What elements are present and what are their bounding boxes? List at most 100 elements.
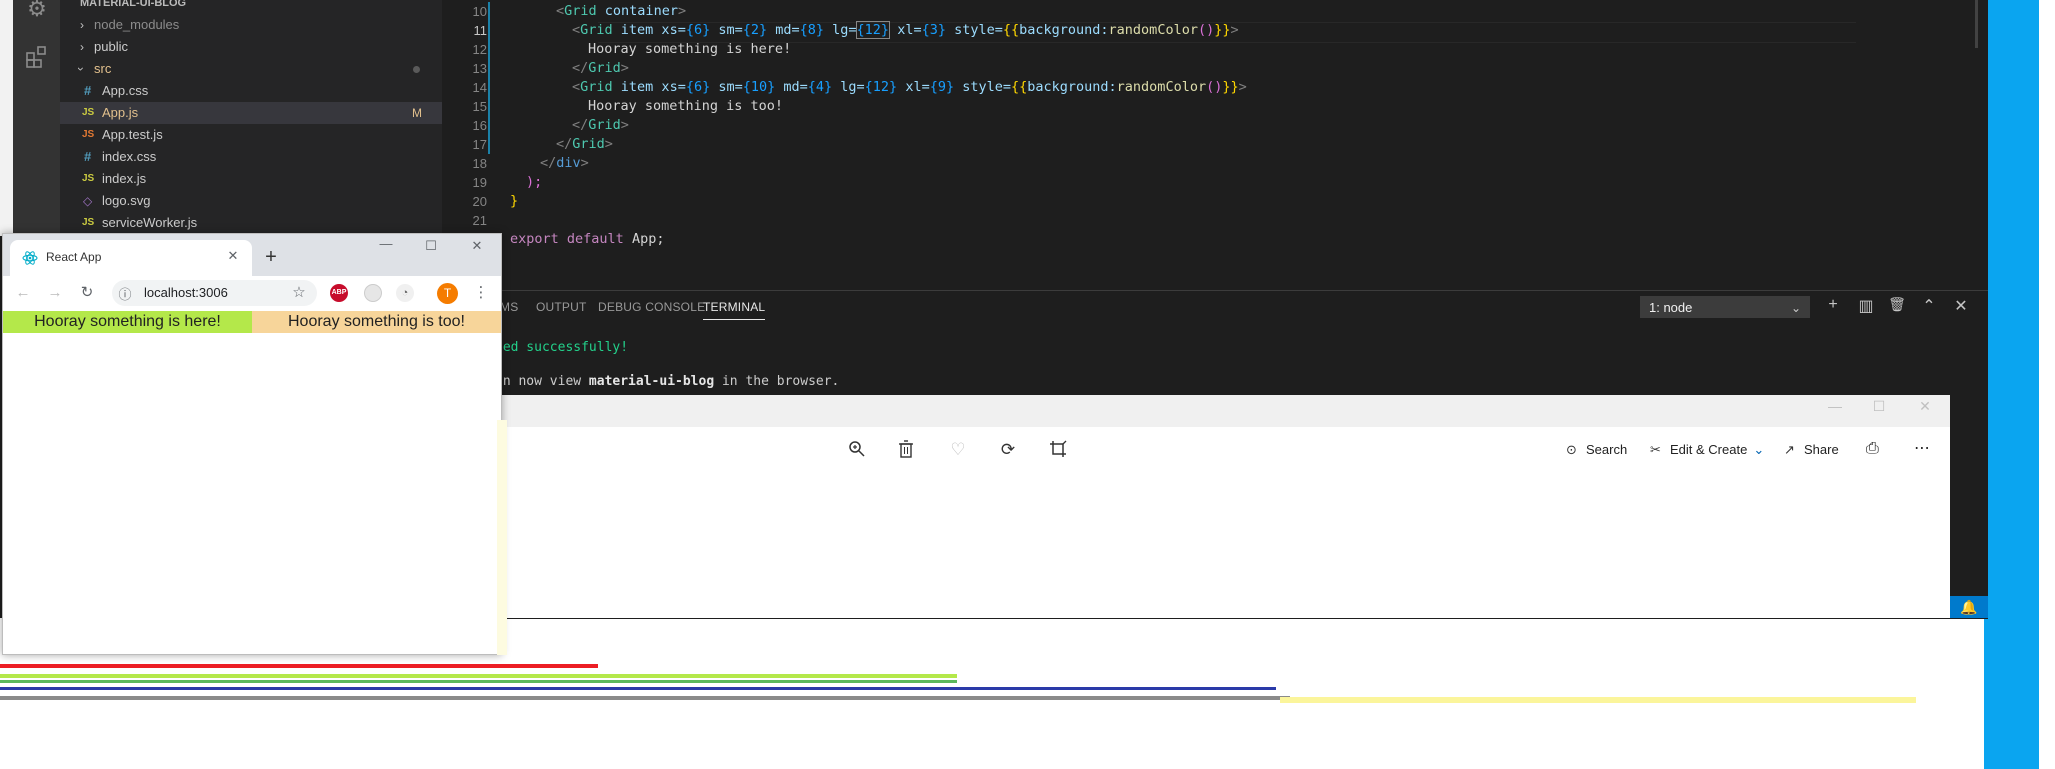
favorite-heart-icon[interactable]: ♡ — [944, 440, 972, 460]
close-panel-icon[interactable]: ✕ — [1950, 296, 1972, 316]
code-line-16: </Grid> — [572, 117, 629, 133]
trash-icon[interactable]: 🗑 — [1886, 296, 1908, 313]
photos-window — [442, 395, 1950, 618]
extensions-icon[interactable] — [24, 44, 50, 70]
close-window-icon[interactable]: ✕ — [466, 238, 488, 254]
tree-item-label: logo.svg — [102, 193, 151, 208]
bookmark-star-icon[interactable]: ☆ — [288, 283, 310, 301]
zoom-icon[interactable] — [843, 440, 871, 463]
edit-create-label: Edit & Create — [1670, 442, 1748, 457]
code-line-22: export default App; — [510, 231, 665, 247]
extension-icon[interactable] — [364, 284, 382, 302]
tree-item-index-css[interactable]: # index.css — [60, 146, 442, 168]
search-button[interactable]: ⊙ Search — [1566, 442, 1627, 458]
tab-terminal[interactable]: TERMINAL — [703, 300, 766, 320]
terminal-line-compiled: led successfully! — [495, 340, 629, 355]
line-number: 15 — [472, 99, 487, 114]
chevron-right-icon: › — [80, 40, 84, 54]
new-tab-icon[interactable]: + — [260, 246, 282, 269]
photos-titlebar — [442, 395, 1950, 427]
tree-item-src[interactable]: › src — [60, 58, 442, 80]
reload-icon[interactable]: ↻ — [76, 283, 98, 301]
tree-item-service-worker-js[interactable]: JS serviceWorker.js — [60, 212, 442, 234]
terminal-select[interactable]: 1: node ⌄ — [1640, 296, 1810, 318]
code-line-17: </Grid> — [556, 136, 613, 152]
tree-item-public[interactable]: › public — [60, 36, 442, 58]
react-logo-icon — [22, 250, 38, 266]
line-number: 13 — [472, 61, 487, 76]
js-file-icon: JS — [82, 217, 95, 228]
share-icon: ↗ — [1784, 442, 1795, 457]
glitch-line-yellow — [1280, 697, 1916, 703]
tree-item-label: App.css — [102, 83, 149, 98]
explorer-project-header[interactable]: MATERIAL-UI-BLOG — [60, 0, 442, 14]
split-terminal-icon[interactable]: ▥ — [1855, 296, 1877, 316]
svg-file-icon: ◇ — [83, 194, 93, 208]
code-line-20: } — [510, 193, 519, 209]
profile-avatar[interactable]: T — [437, 283, 458, 304]
activity-bar — [13, 0, 60, 236]
tree-item-label: App.test.js — [102, 127, 163, 142]
tree-item-app-css[interactable]: # App.css — [60, 80, 442, 102]
line-number: 17 — [472, 137, 487, 152]
code-line-19: ); — [526, 174, 543, 190]
new-terminal-icon[interactable]: + — [1822, 296, 1844, 314]
desktop-background — [1984, 0, 2039, 769]
css-file-icon: # — [84, 83, 92, 98]
more-options-icon[interactable]: ⋯ — [1914, 438, 1930, 458]
minimize-icon[interactable]: — — [375, 236, 397, 251]
project-name: MATERIAL-UI-BLOG — [80, 0, 187, 9]
tree-item-app-js[interactable]: JS App.js M — [60, 102, 442, 124]
chrome-menu-icon[interactable]: ⋮ — [470, 283, 492, 301]
tab-debug-console[interactable]: DEBUG CONSOLE — [598, 300, 705, 314]
modified-dot — [413, 66, 420, 73]
tab-title: React App — [46, 250, 102, 264]
glitch-line-gray — [0, 696, 1290, 700]
code-line-12: Hooray something is here! — [588, 41, 792, 57]
rotate-icon[interactable]: ⟳ — [994, 440, 1022, 460]
info-icon: ⓘ — [118, 287, 132, 302]
close-icon[interactable]: ✕ — [1910, 398, 1940, 415]
debug-icon[interactable]: ⚙ — [24, 0, 50, 22]
modified-badge: M — [412, 106, 422, 120]
desktop-edge — [2039, 0, 2055, 769]
code-line-13: </Grid> — [572, 60, 629, 76]
back-icon[interactable]: ← — [12, 284, 34, 301]
editor-scrollbar[interactable] — [1975, 0, 1978, 48]
maximize-panel-icon[interactable]: ⌃ — [1918, 296, 1940, 316]
tree-item-label: src — [94, 61, 112, 76]
grid-item-left: Hooray something is here! — [3, 311, 252, 333]
extension-icon[interactable]: ◔ — [396, 284, 414, 302]
tab-output[interactable]: OUTPUT — [536, 300, 587, 314]
tab-problems[interactable]: MS — [500, 300, 518, 314]
maximize-icon[interactable]: ☐ — [420, 238, 442, 254]
tree-item-label: serviceWorker.js — [102, 215, 198, 230]
chevron-down-icon: ⌄ — [1790, 301, 1801, 315]
minimize-icon[interactable]: — — [1820, 398, 1850, 414]
glitch-line-green — [0, 674, 957, 678]
tree-item-node-modules[interactable]: › node_modules — [60, 14, 442, 36]
grid-item-right: Hooray something is too! — [252, 311, 501, 333]
tree-item-label: App.js — [102, 105, 139, 120]
forward-icon[interactable]: → — [44, 284, 66, 301]
delete-icon[interactable] — [892, 440, 920, 463]
crop-icon[interactable] — [1044, 440, 1072, 463]
notification-bell-icon[interactable]: 🔔 — [1950, 596, 1988, 618]
glitch-line-green-dark — [0, 680, 957, 683]
line-number: 16 — [472, 118, 487, 133]
print-icon[interactable]: ⎙ — [1866, 440, 1879, 458]
tree-item-index-js[interactable]: JS index.js — [60, 168, 442, 190]
tree-item-app-test-js[interactable]: JS App.test.js — [60, 124, 442, 146]
tree-item-logo-svg[interactable]: ◇ logo.svg — [60, 190, 442, 212]
share-button[interactable]: ↗ Share — [1784, 442, 1839, 458]
maximize-icon[interactable]: ☐ — [1864, 398, 1894, 415]
line-number: 19 — [472, 175, 487, 190]
tree-item-label: index.css — [102, 149, 157, 164]
code-line-11: <Grid item xs={6} sm={2} md={8} lg={12} … — [572, 21, 1239, 39]
line-number: 18 — [472, 156, 487, 171]
close-tab-icon[interactable]: ✕ — [222, 248, 244, 264]
edit-create-button[interactable]: ✂ Edit & Create ⌄ — [1650, 442, 1764, 458]
edit-icon: ✂ — [1650, 442, 1661, 457]
css-file-icon: # — [84, 149, 92, 164]
adblock-extension-icon[interactable]: ABP — [330, 284, 348, 302]
